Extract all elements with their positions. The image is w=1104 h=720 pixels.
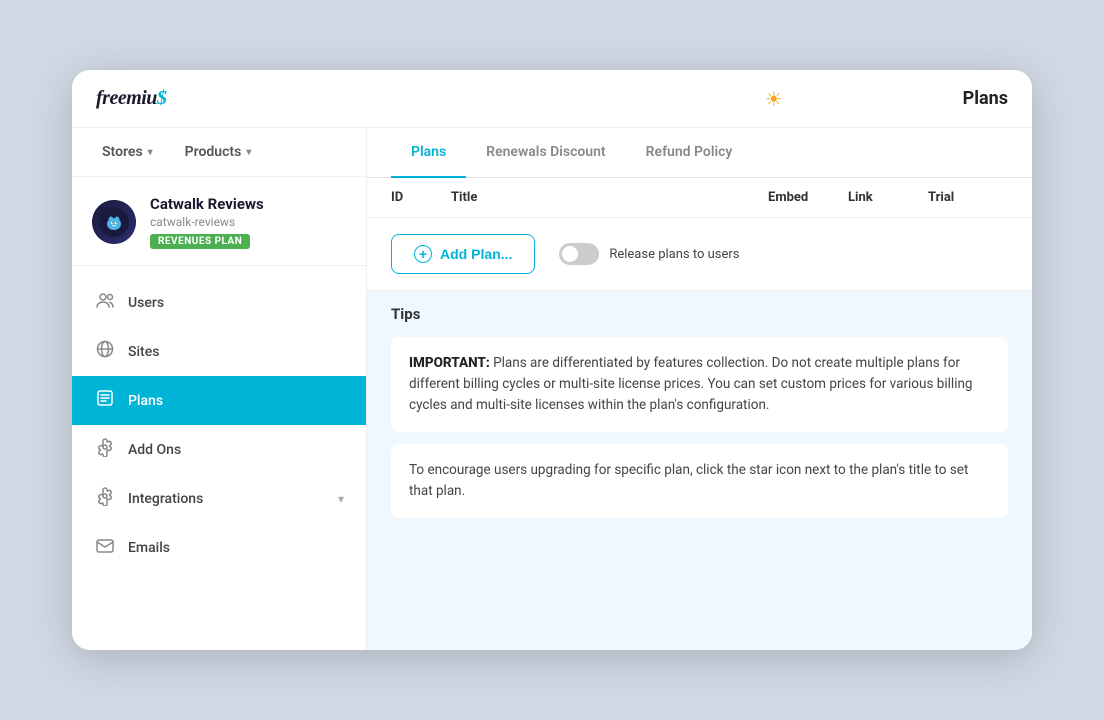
sidebar-item-addons[interactable]: Add Ons [72,425,366,474]
integrations-label: Integrations [128,491,203,507]
stores-label: Stores [102,144,143,160]
col-trial: Trial [928,190,1008,205]
sidebar-nav-bar: Stores ▾ Products ▾ [72,128,366,177]
tip-2-text: To encourage users upgrading for specifi… [409,462,968,499]
page-title: Plans [963,88,1008,109]
product-badge: REVENUES PLAN [150,234,250,249]
release-plans-toggle[interactable] [559,243,599,265]
logo-dollar: $ [157,87,167,109]
product-slug: catwalk-reviews [150,215,346,229]
plans-table-header: ID Title Embed Link Trial [367,178,1032,218]
tabs-bar: Plans Renewals Discount Refund Policy [367,128,1032,178]
add-plan-plus-icon: + [414,245,432,263]
product-name: Catwalk Reviews [150,195,346,213]
add-plan-row: + Add Plan... Release plans to users [367,218,1032,291]
plans-label: Plans [128,393,163,409]
products-chevron-icon: ▾ [246,147,251,158]
add-plan-label: Add Plan... [440,246,512,262]
addons-label: Add Ons [128,442,181,458]
app-container: freemiu$ ☀ Plans Stores ▾ Products ▾ [72,70,1032,650]
product-avatar [92,200,136,244]
sites-label: Sites [128,344,159,360]
integrations-icon [94,486,116,511]
integrations-chevron-icon: ▾ [338,492,344,506]
stores-nav-item[interactable]: Stores ▾ [90,138,165,166]
products-label: Products [185,144,242,160]
tab-refund[interactable]: Refund Policy [626,128,753,178]
header: freemiu$ ☀ Plans [72,70,1032,128]
release-plans-toggle-group: Release plans to users [559,243,739,265]
release-plans-label: Release plans to users [609,247,739,262]
product-card: Catwalk Reviews catwalk-reviews REVENUES… [72,177,366,266]
sidebar-item-integrations[interactable]: Integrations ▾ [72,474,366,523]
sun-icon[interactable]: ☀ [765,87,783,111]
users-label: Users [128,295,164,311]
sites-icon [94,339,116,364]
tip-1-bold: IMPORTANT: [409,355,490,371]
sidebar-item-plans[interactable]: Plans [72,376,366,425]
products-nav-item[interactable]: Products ▾ [173,138,264,166]
logo: freemiu$ [96,87,166,110]
sidebar-menu: Users Sites Plans [72,266,366,650]
avatar-img [92,200,136,244]
sidebar-item-users[interactable]: Users [72,278,366,327]
tips-content: IMPORTANT: Plans are differentiated by f… [367,337,1032,534]
toggle-slider [559,243,599,265]
main-layout: Stores ▾ Products ▾ [72,128,1032,650]
addons-icon [94,437,116,462]
emails-label: Emails [128,540,170,556]
tip-card-2: To encourage users upgrading for specifi… [391,444,1008,518]
col-title: Title [451,190,768,205]
tips-section: Tips IMPORTANT: Plans are differentiated… [367,291,1032,650]
tip-1-text: Plans are differentiated by features col… [409,355,973,413]
col-id: ID [391,190,451,205]
product-info: Catwalk Reviews catwalk-reviews REVENUES… [150,195,346,249]
users-icon [94,290,116,315]
plans-icon [94,388,116,413]
stores-chevron-icon: ▾ [148,147,153,158]
col-embed: Embed [768,190,848,205]
tip-card-1: IMPORTANT: Plans are differentiated by f… [391,337,1008,432]
emails-icon [94,535,116,560]
col-link: Link [848,190,928,205]
sidebar: Stores ▾ Products ▾ [72,128,367,650]
logo-text: freemiu$ [96,87,166,110]
sidebar-item-emails[interactable]: Emails [72,523,366,572]
tips-header: Tips [367,291,1032,337]
add-plan-button[interactable]: + Add Plan... [391,234,535,274]
tab-renewals[interactable]: Renewals Discount [466,128,625,178]
sidebar-item-sites[interactable]: Sites [72,327,366,376]
content-area: Plans Renewals Discount Refund Policy ID… [367,128,1032,650]
tab-plans[interactable]: Plans [391,128,466,178]
